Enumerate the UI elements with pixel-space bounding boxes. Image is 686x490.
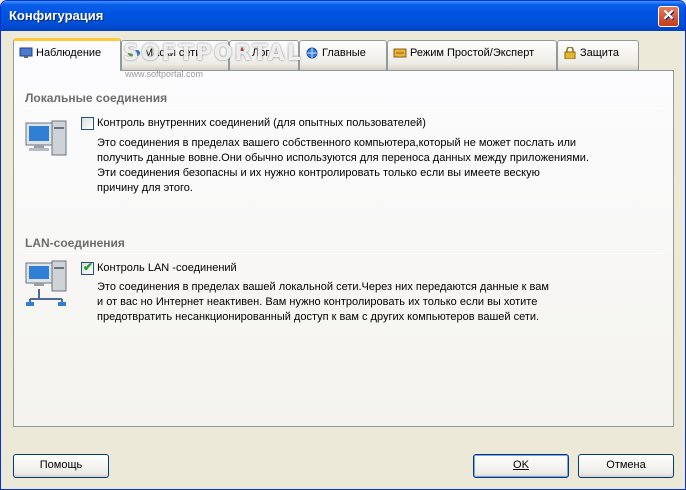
close-button[interactable]: ✕ (658, 6, 679, 27)
tab-label: Защита (580, 47, 619, 59)
mode-icon (393, 48, 407, 58)
monitor-icon (19, 47, 33, 58)
network-computer-icon (25, 260, 67, 306)
tab-label: Режим Простой/Эксперт (410, 47, 535, 59)
tab-protection[interactable]: Защита (557, 40, 639, 70)
config-window: Конфигурация ✕ Наблюдение Маски сети Лог… (0, 0, 686, 490)
description-line: причину для этого. (97, 182, 193, 194)
lan-connections-description: Это соединения в пределах вашей локально… (97, 280, 617, 325)
tab-main[interactable]: Главные (299, 40, 387, 70)
close-icon: ✕ (662, 7, 675, 24)
local-connections-description: Это соединения в пределах вашего собстве… (97, 136, 617, 196)
description-line: Это соединения в пределах вашего собстве… (97, 137, 577, 149)
description-line: Это соединения в пределах вашей локально… (97, 281, 549, 293)
tab-label: Лог (252, 47, 270, 59)
tab-network-masks[interactable]: Маски сети (121, 40, 229, 70)
tab-log[interactable]: Лог (229, 40, 299, 70)
tab-label: Главные (322, 47, 366, 59)
tab-simple-expert-mode[interactable]: Режим Простой/Эксперт (387, 40, 557, 70)
lan-connections-label[interactable]: Контроль LAN -соединений (97, 262, 237, 274)
log-icon (236, 47, 248, 58)
section-divider (25, 108, 663, 109)
monitoring-panel: Локальные соединения Контроль внутренних… (13, 70, 674, 427)
description-line: и от вас но Интернет неактивен. Вам нужн… (97, 296, 538, 308)
computer-icon (25, 120, 67, 156)
tab-monitoring[interactable]: Наблюдение (13, 38, 121, 71)
lan-connections-checkbox[interactable]: ✔ (81, 260, 94, 275)
lan-section-title: LAN-соединения (25, 236, 125, 250)
local-section-title: Локальные соединения (25, 91, 168, 105)
title-bar[interactable]: Конфигурация ✕ (1, 1, 685, 31)
description-line: Эти соединения безопасны и их нужно конт… (97, 167, 540, 179)
tab-strip: Наблюдение Маски сети Лог Главные Режим … (13, 38, 673, 71)
lock-icon (564, 47, 576, 59)
ok-button[interactable]: OK (473, 454, 569, 478)
tab-label: Наблюдение (36, 47, 102, 59)
globe-icon (306, 47, 318, 59)
help-button[interactable]: Помощь (13, 454, 109, 478)
network-mask-icon (128, 50, 140, 56)
description-line: получить данные вовне.Они обычно использ… (97, 152, 589, 164)
description-line: предотвратить несанкционированный доступ… (97, 311, 540, 323)
tab-label: Маски сети (144, 47, 202, 59)
local-connections-checkbox[interactable] (81, 117, 94, 130)
cancel-button[interactable]: Отмена (578, 454, 674, 478)
checkmark-icon: ✔ (83, 260, 94, 274)
ok-label: OK (513, 459, 529, 471)
local-connections-label[interactable]: Контроль внутренних соединений (для опыт… (97, 117, 426, 129)
window-title: Конфигурация (9, 8, 104, 23)
section-divider (25, 253, 663, 254)
